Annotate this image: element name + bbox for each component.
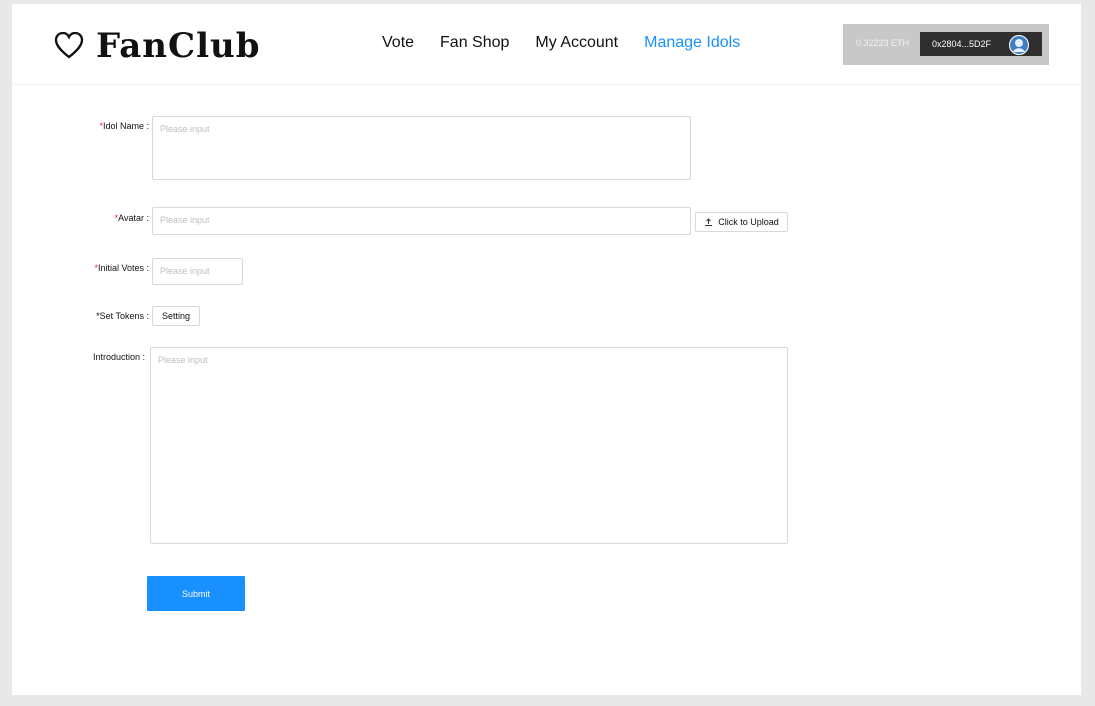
- initial-votes-placeholder: Please input: [160, 266, 210, 276]
- eth-balance: 0.32223 ETH: [856, 38, 910, 48]
- avatar-label: *Avatar :: [114, 213, 149, 223]
- page: FanClub Vote Fan Shop My Account Manage …: [12, 4, 1081, 695]
- set-tokens-label: *Set Tokens :: [96, 311, 149, 321]
- main-nav: Vote Fan Shop My Account Manage Idols: [382, 34, 740, 52]
- submit-button[interactable]: Submit: [147, 576, 245, 611]
- avatar-input[interactable]: Please input: [152, 207, 691, 235]
- nav-fan-shop[interactable]: Fan Shop: [440, 34, 509, 52]
- introduction-placeholder: Please input: [158, 355, 208, 365]
- wallet-address-button[interactable]: 0x2804...5D2F: [920, 32, 1042, 56]
- wallet-address: 0x2804...5D2F: [932, 39, 992, 49]
- nav-manage-idols[interactable]: Manage Idols: [644, 34, 740, 52]
- nav-my-account[interactable]: My Account: [535, 34, 618, 52]
- initial-votes-label: *Initial Votes :: [94, 263, 149, 273]
- avatar-icon: [1009, 35, 1029, 55]
- logo-text: FanClub: [96, 26, 261, 66]
- idol-name-label: *Idol Name :: [99, 121, 149, 131]
- heart-outline-icon: [54, 32, 84, 60]
- upload-icon: [704, 217, 713, 227]
- idol-name-input[interactable]: Please input: [152, 116, 691, 180]
- header: FanClub Vote Fan Shop My Account Manage …: [12, 4, 1081, 85]
- click-to-upload-button[interactable]: Click to Upload: [695, 212, 788, 232]
- avatar-placeholder: Please input: [160, 215, 210, 225]
- introduction-textarea[interactable]: Please input: [150, 347, 788, 544]
- introduction-label: Introduction :: [92, 352, 145, 362]
- setting-button[interactable]: Setting: [152, 306, 200, 326]
- nav-vote[interactable]: Vote: [382, 34, 414, 52]
- logo[interactable]: FanClub: [54, 26, 261, 66]
- upload-label: Click to Upload: [718, 217, 779, 227]
- idol-name-placeholder: Please input: [160, 124, 210, 134]
- wallet-panel: 0.32223 ETH 0x2804...5D2F: [843, 24, 1049, 65]
- initial-votes-input[interactable]: Please input: [152, 258, 243, 285]
